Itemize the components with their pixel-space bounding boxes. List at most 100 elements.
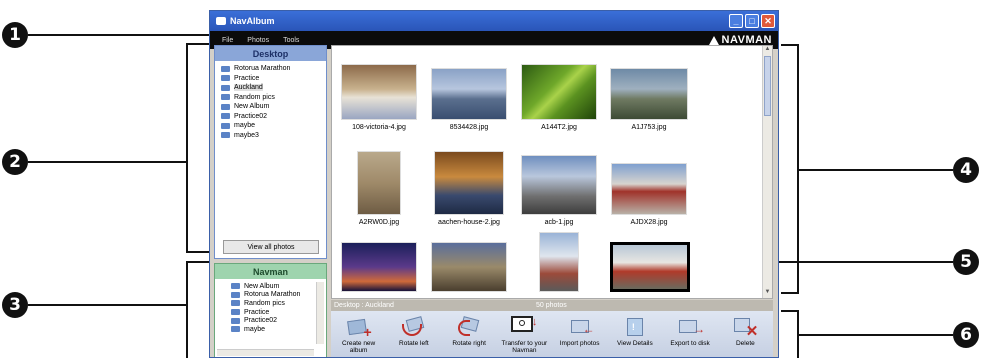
photo-thumbnail[interactable]: acb-1.jpg <box>520 155 598 226</box>
scrollbar-thumb[interactable] <box>764 56 771 116</box>
desktop-folder-item[interactable]: Random pics <box>221 93 320 103</box>
photo-filename: acb-1.jpg <box>544 219 574 226</box>
window-title: NavAlbum <box>230 16 275 26</box>
desktop-folder-list: Rotorua Marathon Practice Auckland Random p… <box>215 61 326 143</box>
status-photo-count: 50 photos <box>536 302 567 309</box>
create-new-album-button[interactable]: + Create new album <box>331 311 386 357</box>
navman-panel: Navman New Album Rotorua Marathon Random p… <box>214 263 327 357</box>
folder-icon <box>231 291 240 298</box>
menu-file[interactable]: File <box>222 37 233 44</box>
import-photos-button[interactable]: ← Import photos <box>552 311 607 357</box>
navman-folder-label: Rotorua Marathon <box>244 291 301 299</box>
photo-thumbnail[interactable] <box>610 242 690 292</box>
title-bar[interactable]: NavAlbum _ □ ✕ <box>210 11 778 31</box>
callout-3-bracket <box>186 261 210 358</box>
photo-image-interior <box>434 151 504 215</box>
view-details-label: View Details <box>617 340 653 347</box>
desktop-folder-label: Auckland <box>234 84 263 92</box>
callout-6-bracket <box>781 310 799 358</box>
export-to-disk-button[interactable]: → Export to disk <box>663 311 718 357</box>
minimize-button[interactable]: _ <box>729 14 743 28</box>
photo-thumbnail[interactable] <box>520 232 598 292</box>
navman-folder-item[interactable]: Practice <box>231 308 326 317</box>
folder-icon <box>221 132 230 139</box>
maximize-button[interactable]: □ <box>745 14 759 28</box>
view-all-photos-button[interactable]: View all photos <box>223 240 319 254</box>
folder-icon <box>221 113 230 120</box>
rotate-left-button[interactable]: Rotate left <box>386 311 441 357</box>
desktop-folder-item[interactable]: maybe3 <box>221 131 320 141</box>
desktop-folder-item[interactable]: Auckland <box>221 83 320 93</box>
rotate-right-label: Rotate right <box>452 340 486 347</box>
photo-thumbnail[interactable]: AJDX28.jpg <box>610 163 688 226</box>
scroll-down-icon[interactable]: ▼ <box>763 289 772 298</box>
photo-image-meerkat <box>357 151 401 215</box>
photo-thumbnail[interactable]: A2RW0D.jpg <box>340 151 418 226</box>
photo-thumbnail[interactable]: A144T2.jpg <box>520 64 598 131</box>
view-details-button[interactable]: ! View Details <box>607 311 662 357</box>
desktop-folder-item[interactable]: Practice <box>221 74 320 84</box>
export-icon: → <box>677 316 705 338</box>
photo-image-house <box>611 163 687 215</box>
navman-folder-item[interactable]: Practice02 <box>231 316 326 325</box>
status-bar: Desktop : Auckland 50 photos <box>331 300 773 311</box>
navman-folder-item[interactable]: maybe <box>231 325 326 334</box>
callout-3: 3 <box>2 292 28 318</box>
folder-icon <box>231 283 240 290</box>
status-path: Desktop : Auckland <box>334 302 394 309</box>
navman-folder-label: New Album <box>244 282 280 290</box>
navman-folder-item[interactable]: New Album <box>231 282 326 291</box>
delete-button[interactable]: ✕ Delete <box>718 311 773 357</box>
menu-tools[interactable]: Tools <box>283 37 299 44</box>
import-icon: ← <box>567 316 595 338</box>
transfer-to-your-navman-button[interactable]: ↓ Transfer to your Navman <box>497 311 552 357</box>
navman-folder-label: Random pics <box>244 299 285 307</box>
menu-photos[interactable]: Photos <box>247 37 269 44</box>
desktop-folder-item[interactable]: Rotorua Marathon <box>221 64 320 74</box>
photo-image-cemetery <box>610 68 688 120</box>
close-button[interactable]: ✕ <box>761 14 775 28</box>
photo-image-street <box>431 242 507 292</box>
navman-vertical-scrollbar[interactable] <box>316 282 324 344</box>
photo-filename: AJDX28.jpg <box>630 219 668 226</box>
folder-icon <box>221 103 230 110</box>
photo-thumbnail[interactable]: A1J753.jpg <box>610 68 688 131</box>
desktop-folder-item[interactable]: maybe <box>221 121 320 131</box>
rotate-left-label: Rotate left <box>399 340 429 347</box>
details-icon: ! <box>622 316 648 338</box>
folder-icon <box>221 75 230 82</box>
photo-filename: A144T2.jpg <box>541 124 577 131</box>
folder-icon <box>231 326 240 333</box>
delete-label: Delete <box>735 340 755 347</box>
desktop-folder-label: maybe3 <box>234 131 259 139</box>
scroll-up-icon[interactable]: ▲ <box>763 46 772 55</box>
desktop-panel-title: Desktop <box>215 46 326 61</box>
folder-icon <box>221 65 230 72</box>
navman-panel-title: Navman <box>215 264 326 279</box>
navman-folder-label: maybe <box>244 325 266 333</box>
import-photos-label: Import photos <box>559 340 600 347</box>
callout-6-line <box>799 334 953 336</box>
photo-thumbnail[interactable]: 108-victoria-4.jpg <box>340 64 418 131</box>
rotate-right-button[interactable]: Rotate right <box>442 311 497 357</box>
desktop-folder-item[interactable]: Practice02 <box>221 112 320 122</box>
transfer-icon: ↓ <box>511 316 537 338</box>
desktop-folder-item[interactable]: New Album <box>221 102 320 112</box>
photo-thumbnail[interactable] <box>340 242 418 292</box>
photo-filename: A2RW0D.jpg <box>358 219 400 226</box>
photo-thumbnail[interactable]: aachen-house-2.jpg <box>430 151 508 226</box>
photo-thumbnail[interactable] <box>430 242 508 292</box>
callout-6: 6 <box>953 322 979 348</box>
folder-icon <box>221 122 230 129</box>
photo-thumbnail[interactable]: 8534428.jpg <box>430 68 508 131</box>
folder-icon <box>231 317 240 324</box>
navman-horizontal-scrollbar[interactable] <box>217 349 314 356</box>
navman-folder-item[interactable]: Rotorua Marathon <box>231 291 326 300</box>
photo-grid-scrollbar[interactable]: ▲ ▼ <box>762 46 772 298</box>
navman-folder-item[interactable]: Random pics <box>231 299 326 308</box>
callout-1: 1 <box>2 22 28 48</box>
photo-image-sunset <box>341 242 417 292</box>
rotate-right-icon <box>456 316 482 338</box>
photo-image-leaf <box>521 64 597 120</box>
create-new-album-label: Create new album <box>342 340 376 354</box>
